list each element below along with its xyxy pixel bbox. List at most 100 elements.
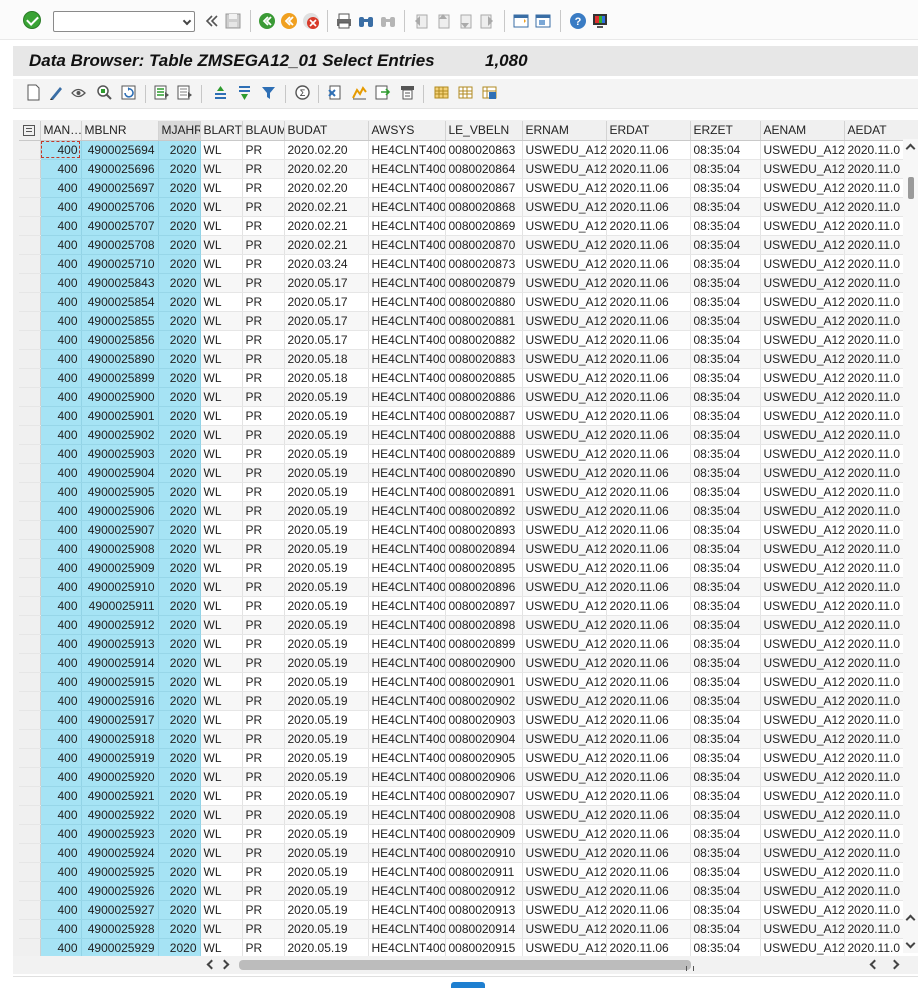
cell-blart[interactable]: WL <box>200 615 243 635</box>
cell-budat[interactable]: 2020.05.19 <box>284 729 369 749</box>
cell-blaum[interactable]: PR <box>242 653 285 673</box>
cell-erdat[interactable]: 2020.11.06 <box>606 881 691 901</box>
cell-awsys[interactable]: HE4CLNT400 <box>368 463 446 483</box>
sort-descending-icon[interactable] <box>236 84 253 101</box>
command-field[interactable] <box>53 11 195 32</box>
row-selector[interactable] <box>19 216 41 236</box>
sap-logo-tab[interactable] <box>451 982 485 988</box>
table-row[interactable]: 400 4900025708 2020 WL PR 2020.02.21 HE4CLNT40… <box>19 235 918 255</box>
cell-awsys[interactable]: HE4CLNT400 <box>368 159 446 179</box>
cell-blaum[interactable]: PR <box>242 254 285 274</box>
cell-aenam[interactable]: USWEDU_A12 <box>760 710 845 730</box>
cell-client[interactable]: 400 <box>40 254 82 274</box>
cell-erzet[interactable]: 08:35:04 <box>690 197 761 217</box>
cell-blart[interactable]: WL <box>200 444 243 464</box>
table-row[interactable]: 400 4900025905 2020 WL PR 2020.05.19 HE4CLNT40… <box>19 482 918 502</box>
cell-aenam[interactable]: USWEDU_A12 <box>760 919 845 939</box>
cell-ernam[interactable]: USWEDU_A12 <box>522 539 607 559</box>
row-selector[interactable] <box>19 824 41 844</box>
cell-blaum[interactable]: PR <box>242 273 285 293</box>
cell-mblnr[interactable]: 4900025919 <box>81 748 159 768</box>
cell-awsys[interactable]: HE4CLNT400 <box>368 653 446 673</box>
cell-erdat[interactable]: 2020.11.06 <box>606 786 691 806</box>
cell-blart[interactable]: WL <box>200 729 243 749</box>
cell-erdat[interactable]: 2020.11.06 <box>606 273 691 293</box>
cell-client[interactable]: 400 <box>40 862 82 882</box>
cell-mjahr[interactable]: 2020 <box>158 539 201 559</box>
cell-le-vbeln[interactable]: 0080020867 <box>445 178 523 198</box>
cell-budat[interactable]: 2020.05.17 <box>284 273 369 293</box>
change-icon[interactable] <box>48 84 65 101</box>
row-selector[interactable] <box>19 596 41 616</box>
cell-mjahr[interactable]: 2020 <box>158 368 201 388</box>
cell-budat[interactable]: 2020.05.19 <box>284 387 369 407</box>
table-row[interactable]: 400 4900025921 2020 WL PR 2020.05.19 HE4CLNT40… <box>19 786 918 806</box>
cell-mblnr[interactable]: 4900025890 <box>81 349 159 369</box>
cell-blart[interactable]: WL <box>200 311 243 331</box>
table-row[interactable]: 400 4900025929 2020 WL PR 2020.05.19 HE4CLNT40… <box>19 938 918 956</box>
table-row[interactable]: 400 4900025854 2020 WL PR 2020.05.17 HE4CLNT40… <box>19 292 918 312</box>
cell-aenam[interactable]: USWEDU_A12 <box>760 900 845 920</box>
cell-budat[interactable]: 2020.05.19 <box>284 596 369 616</box>
cell-blart[interactable]: WL <box>200 938 243 956</box>
table-row[interactable]: 400 4900025910 2020 WL PR 2020.05.19 HE4CLNT40… <box>19 577 918 597</box>
cell-ernam[interactable]: USWEDU_A12 <box>522 216 607 236</box>
cell-le-vbeln[interactable]: 0080020897 <box>445 596 523 616</box>
cell-erdat[interactable]: 2020.11.06 <box>606 748 691 768</box>
cell-ernam[interactable]: USWEDU_A12 <box>522 596 607 616</box>
find-next-icon[interactable] <box>379 12 397 30</box>
cell-aenam[interactable]: USWEDU_A12 <box>760 862 845 882</box>
cell-erdat[interactable]: 2020.11.06 <box>606 577 691 597</box>
cell-mjahr[interactable]: 2020 <box>158 729 201 749</box>
cell-mjahr[interactable]: 2020 <box>158 406 201 426</box>
cell-le-vbeln[interactable]: 0080020886 <box>445 387 523 407</box>
row-selector[interactable] <box>19 235 41 255</box>
cell-awsys[interactable]: HE4CLNT400 <box>368 824 446 844</box>
cell-awsys[interactable]: HE4CLNT400 <box>368 577 446 597</box>
cell-erdat[interactable]: 2020.11.06 <box>606 292 691 312</box>
cell-mblnr[interactable]: 4900025906 <box>81 501 159 521</box>
cell-mblnr[interactable]: 4900025923 <box>81 824 159 844</box>
cell-client[interactable]: 400 <box>40 558 82 578</box>
cell-blart[interactable]: WL <box>200 216 243 236</box>
table-row[interactable]: 400 4900025899 2020 WL PR 2020.05.18 HE4CLNT40… <box>19 368 918 388</box>
cell-blart[interactable]: WL <box>200 482 243 502</box>
cell-erzet[interactable]: 08:35:04 <box>690 843 761 863</box>
cell-mjahr[interactable]: 2020 <box>158 501 201 521</box>
cell-mjahr[interactable]: 2020 <box>158 767 201 787</box>
cell-blaum[interactable]: PR <box>242 216 285 236</box>
cell-mblnr[interactable]: 4900025899 <box>81 368 159 388</box>
table-row[interactable]: 400 4900025919 2020 WL PR 2020.05.19 HE4CLNT40… <box>19 748 918 768</box>
cell-budat[interactable]: 2020.05.19 <box>284 843 369 863</box>
cell-mjahr[interactable]: 2020 <box>158 254 201 274</box>
cell-aenam[interactable]: USWEDU_A12 <box>760 881 845 901</box>
row-selector[interactable] <box>19 254 41 274</box>
cell-aenam[interactable]: USWEDU_A12 <box>760 444 845 464</box>
cell-mblnr[interactable]: 4900025694 <box>81 140 159 160</box>
cell-mjahr[interactable]: 2020 <box>158 349 201 369</box>
cell-blart[interactable]: WL <box>200 862 243 882</box>
cell-blaum[interactable]: PR <box>242 482 285 502</box>
cell-blart[interactable]: WL <box>200 577 243 597</box>
cell-blart[interactable]: WL <box>200 140 243 160</box>
row-selector[interactable] <box>19 349 41 369</box>
table-row[interactable]: 400 4900025928 2020 WL PR 2020.05.19 HE4CLNT40… <box>19 919 918 939</box>
cell-aenam[interactable]: USWEDU_A12 <box>760 311 845 331</box>
table-row[interactable]: 400 4900025901 2020 WL PR 2020.05.19 HE4CLNT40… <box>19 406 918 426</box>
save-layout-icon[interactable] <box>481 84 498 101</box>
cell-client[interactable]: 400 <box>40 653 82 673</box>
cell-erzet[interactable]: 08:35:04 <box>690 919 761 939</box>
cell-erdat[interactable]: 2020.11.06 <box>606 710 691 730</box>
cell-budat[interactable]: 2020.05.19 <box>284 767 369 787</box>
cell-erdat[interactable]: 2020.11.06 <box>606 235 691 255</box>
cell-aenam[interactable]: USWEDU_A12 <box>760 843 845 863</box>
cell-ernam[interactable]: USWEDU_A12 <box>522 406 607 426</box>
cell-budat[interactable]: 2020.05.19 <box>284 862 369 882</box>
cell-erdat[interactable]: 2020.11.06 <box>606 672 691 692</box>
row-selector[interactable] <box>19 653 41 673</box>
cell-erzet[interactable]: 08:35:04 <box>690 349 761 369</box>
cell-budat[interactable]: 2020.05.17 <box>284 292 369 312</box>
row-selector[interactable] <box>19 748 41 768</box>
chevron-down-icon[interactable] <box>182 16 192 26</box>
download-icon[interactable] <box>374 84 391 101</box>
